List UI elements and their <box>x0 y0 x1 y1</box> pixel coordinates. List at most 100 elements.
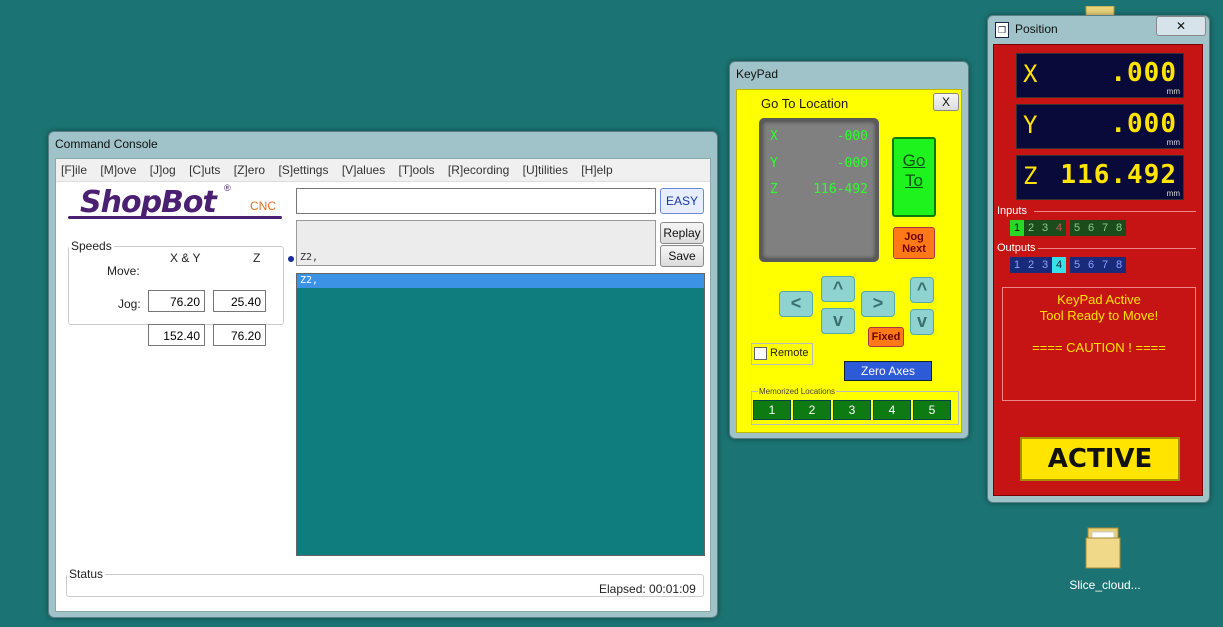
input-5: 5 <box>1070 220 1084 236</box>
jog-xy-field[interactable]: 152.40 <box>148 324 205 346</box>
x-readout: X .000 mm <box>1016 53 1184 98</box>
jog-right-button[interactable]: > <box>861 291 895 317</box>
output-8: 8 <box>1112 257 1126 273</box>
logo-registered: ® <box>224 183 231 193</box>
move-z-field[interactable]: 25.40 <box>213 290 266 312</box>
menu-cuts[interactable]: [C]uts <box>184 159 225 177</box>
window-title: Command Console <box>55 137 158 151</box>
menu-help[interactable]: [H]elp <box>576 159 617 177</box>
location-display: X -000 Y -000 Z 116-492 <box>759 118 879 262</box>
message-line-2: Tool Ready to Move! <box>1039 308 1159 323</box>
window-title: KeyPad <box>736 67 779 81</box>
input-1: 1 <box>1010 220 1024 236</box>
x-axis-label: X <box>1023 60 1038 88</box>
output-area[interactable]: Z2, <box>296 273 705 556</box>
message-line-3: ==== CAUTION ! ==== <box>1032 340 1166 355</box>
logo-text: ShopBot <box>80 185 217 220</box>
output-6: 6 <box>1084 257 1098 273</box>
menu-utilities[interactable]: [U]tilities <box>518 159 573 177</box>
keypad-close-button[interactable]: X <box>933 93 959 111</box>
keypad-window: KeyPad Go To Location X X -000 Y -000 Z … <box>729 61 969 439</box>
command-console-window: Command Console [F]ile [M]ove [J]og [C]u… <box>48 131 718 618</box>
position-body: X .000 mm Y .000 mm Z 116.492 mm Inputs … <box>993 44 1203 496</box>
menu-settings[interactable]: [S]ettings <box>273 159 333 177</box>
jog-z-field[interactable]: 76.20 <box>213 324 266 346</box>
y-readout: Y .000 mm <box>1016 104 1184 149</box>
menu-tools[interactable]: [T]ools <box>394 159 440 177</box>
memorized-locations-label: Memorized Locations <box>758 387 837 396</box>
menu-move[interactable]: [M]ove <box>95 159 141 177</box>
col-header-xy: X & Y <box>170 251 201 265</box>
z-axis-label: Z <box>770 182 778 197</box>
z-axis-label: Z <box>1023 162 1038 190</box>
output-3: 3 <box>1038 257 1052 273</box>
save-button[interactable]: Save <box>660 245 704 267</box>
z-up-button[interactable]: ^ <box>910 277 934 303</box>
desktop-icon-label: Slice_cloud... <box>1069 578 1141 592</box>
move-label: Move: <box>107 264 140 278</box>
shopbot-logo: ShopBot ® CNC <box>66 183 286 227</box>
folder-icon <box>1085 527 1121 569</box>
history-box <box>296 220 656 266</box>
jog-down-button[interactable]: v <box>821 308 855 334</box>
col-header-z: Z <box>253 251 261 265</box>
y-unit: mm <box>1166 138 1180 147</box>
go-to-button[interactable]: Go To <box>892 137 936 217</box>
x-position-value: .000 <box>1110 58 1177 88</box>
history-text: Z2, <box>300 252 319 263</box>
output-5: 5 <box>1070 257 1084 273</box>
elapsed-time: Elapsed: 00:01:09 <box>599 582 696 596</box>
fixed-toggle-button[interactable]: Fixed <box>868 327 904 347</box>
position-window: ❐ Position ✕ X .000 mm Y .000 mm Z 116.4… <box>987 15 1210 503</box>
jog-up-button[interactable]: ^ <box>821 276 855 302</box>
z-target-value: 116-492 <box>813 182 868 197</box>
menu-recording[interactable]: [R]ecording <box>443 159 514 177</box>
command-input[interactable] <box>296 188 656 214</box>
y-axis-label: Y <box>1023 111 1038 139</box>
output-4: 4 <box>1052 257 1066 273</box>
logo-cnc: CNC <box>250 199 276 213</box>
menu-jog[interactable]: [J]og <box>145 159 181 177</box>
position-close-button[interactable]: ✕ <box>1156 16 1206 36</box>
desktop-folder-slice-cloud[interactable] <box>1082 524 1126 574</box>
menu-zero[interactable]: [Z]ero <box>229 159 270 177</box>
jog-next-button[interactable]: Jog Next <box>893 227 935 259</box>
jog-left-button[interactable]: < <box>779 291 813 317</box>
keypad-body: Go To Location X X -000 Y -000 Z 116-492… <box>736 89 962 433</box>
z-position-value: 116.492 <box>1060 160 1177 190</box>
output-line-selected[interactable]: Z2, <box>297 274 704 288</box>
zero-axes-button[interactable]: Zero Axes <box>844 361 932 381</box>
remote-label: Remote <box>770 347 809 359</box>
app-icon: ❐ <box>995 22 1009 38</box>
easy-button[interactable]: EASY <box>660 188 704 214</box>
jog-next-line1: Jog <box>904 231 924 243</box>
y-position-value: .000 <box>1110 109 1177 139</box>
remote-checkbox-group[interactable]: Remote <box>751 343 813 365</box>
outputs-label: Outputs <box>997 242 1036 254</box>
message-line-1: KeyPad Active <box>1057 292 1141 307</box>
memorized-location-1[interactable]: 1 <box>753 400 791 420</box>
speeds-legend: Speeds <box>71 239 112 253</box>
memorized-location-5[interactable]: 5 <box>913 400 951 420</box>
move-xy-field[interactable]: 76.20 <box>148 290 205 312</box>
input-6: 6 <box>1084 220 1098 236</box>
memorized-location-3[interactable]: 3 <box>833 400 871 420</box>
go-to-location-label: Go To Location <box>761 96 849 111</box>
inputs-label: Inputs <box>997 205 1027 217</box>
memorized-location-4[interactable]: 4 <box>873 400 911 420</box>
z-unit: mm <box>1166 189 1180 198</box>
remote-checkbox[interactable] <box>754 347 767 360</box>
active-status-button[interactable]: ACTIVE <box>1020 437 1180 481</box>
input-3: 3 <box>1038 220 1052 236</box>
menu-bar: [F]ile [M]ove [J]og [C]uts [Z]ero [S]ett… <box>56 159 710 182</box>
memorized-location-2[interactable]: 2 <box>793 400 831 420</box>
replay-button[interactable]: Replay <box>660 222 704 244</box>
outputs-divider <box>1038 248 1196 249</box>
output-1: 1 <box>1010 257 1024 273</box>
menu-file[interactable]: [F]ile <box>56 159 92 177</box>
menu-values[interactable]: [V]alues <box>337 159 390 177</box>
x-axis-label: X <box>770 129 778 144</box>
output-7: 7 <box>1098 257 1112 273</box>
z-readout: Z 116.492 mm <box>1016 155 1184 200</box>
z-down-button[interactable]: v <box>910 309 934 335</box>
